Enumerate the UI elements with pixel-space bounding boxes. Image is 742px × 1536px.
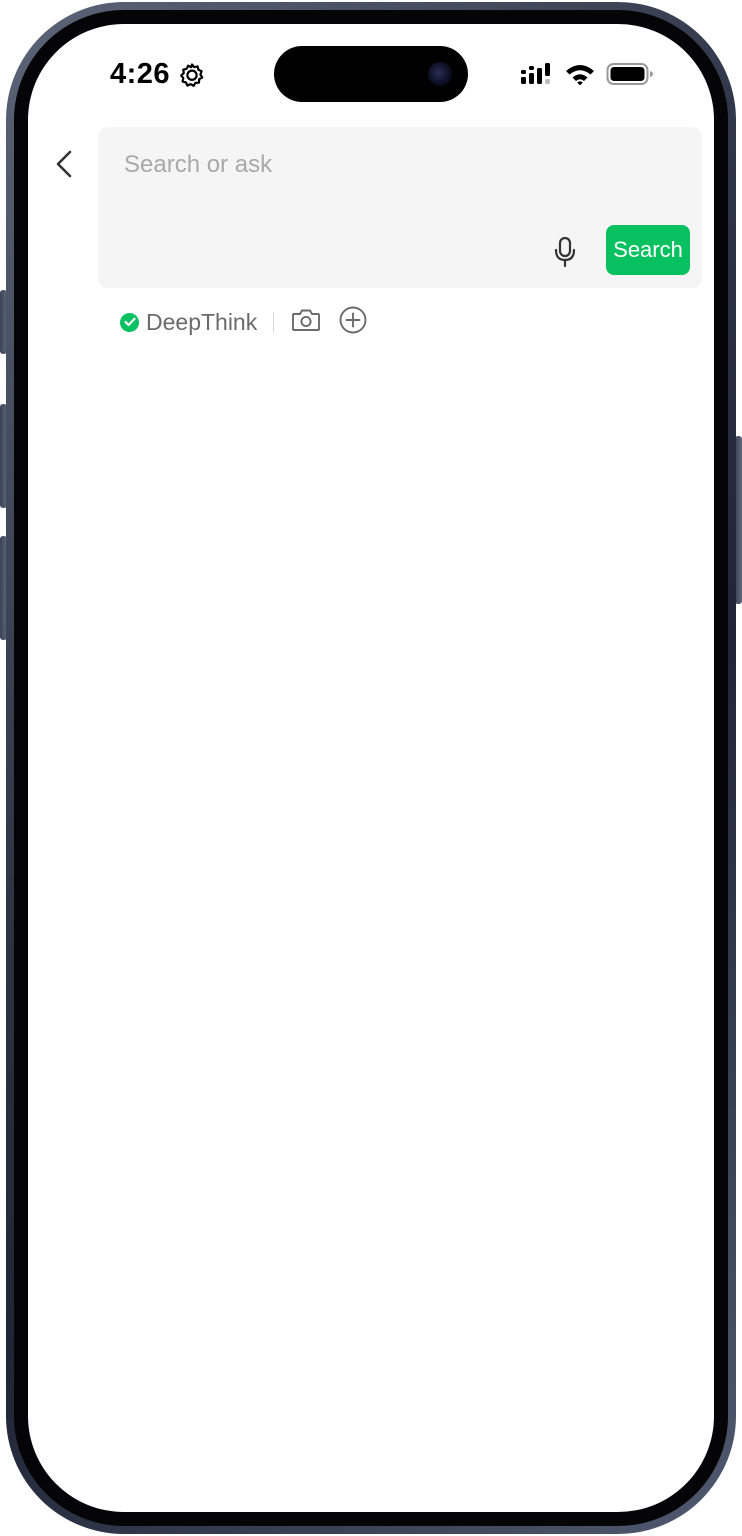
- deepthink-toggle[interactable]: DeepThink: [120, 309, 257, 336]
- dynamic-island: [274, 46, 468, 102]
- search-box: Search: [98, 127, 702, 288]
- screen: 4:26 Search or ask Search DeepThink: [28, 24, 714, 1512]
- check-circle-icon: [120, 312, 139, 332]
- microphone-icon: [553, 236, 577, 273]
- voice-input-button[interactable]: [548, 236, 582, 273]
- battery-icon: [606, 62, 654, 91]
- chevron-left-icon: [54, 149, 74, 184]
- phone-device: 4:26 Search or ask Search DeepThink: [0, 0, 742, 1536]
- search-input[interactable]: [124, 147, 664, 183]
- camera-icon: [291, 307, 321, 338]
- status-time: 4:26: [110, 58, 171, 90]
- gear-icon: [178, 61, 206, 89]
- deepthink-label: DeepThink: [146, 308, 258, 335]
- add-attachment-button[interactable]: [338, 305, 368, 340]
- plus-circle-icon: [338, 305, 368, 340]
- signal-icon: [520, 62, 554, 91]
- camera-button[interactable]: [291, 307, 321, 338]
- search-options-row: DeepThink: [120, 306, 368, 338]
- status-icons: [520, 62, 654, 91]
- divider: [273, 312, 275, 332]
- front-camera: [428, 62, 452, 86]
- wifi-icon: [564, 62, 596, 91]
- search-button[interactable]: Search: [606, 225, 690, 275]
- power-button: [735, 436, 742, 604]
- back-button[interactable]: [48, 146, 80, 186]
